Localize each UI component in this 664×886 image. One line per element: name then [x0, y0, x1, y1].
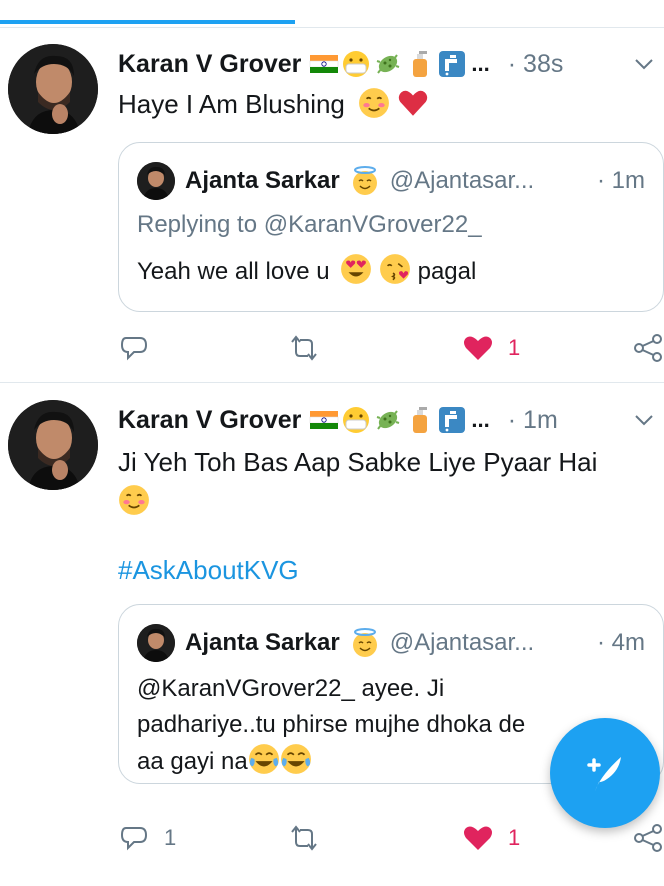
mask-face-icon: [343, 407, 370, 433]
chevron-down-icon[interactable]: [632, 408, 656, 432]
reply-button[interactable]: 1: [118, 818, 176, 858]
retweet-button[interactable]: [286, 328, 336, 368]
halo-face-icon: [352, 166, 377, 195]
quoted-text: Yeah we all love u pagal: [137, 253, 653, 290]
tweet-actions: 1 1: [118, 818, 664, 858]
heart-eyes-icon: [341, 254, 372, 284]
share-icon: [634, 334, 662, 362]
quoted-avatar-icon: [137, 624, 175, 662]
faucet-icon: [439, 407, 466, 433]
quoted-tweet[interactable]: Ajanta Sarkar @Ajantasar... · 1m Replyin…: [118, 142, 664, 312]
quoted-avatar: [137, 624, 175, 662]
share-button[interactable]: [632, 818, 664, 858]
quoted-tweet-header: Ajanta Sarkar @Ajantasar... · 1m: [137, 162, 663, 200]
name-ellipsis: ...: [471, 407, 490, 432]
top-tab-bar: [0, 0, 664, 28]
author-name[interactable]: Karan V Grover: [118, 50, 301, 79]
kissing-heart-icon: [380, 254, 410, 284]
tweet-header: Karan V Grover ... · 1m: [118, 402, 664, 438]
active-tab-indicator: [0, 20, 295, 24]
quoted-avatar: [137, 162, 175, 200]
hashtag-link[interactable]: #AskAboutKVG: [118, 552, 624, 588]
like-button[interactable]: 1: [462, 818, 520, 858]
quoted-timestamp: · 1m: [596, 167, 645, 194]
like-button[interactable]: 1: [462, 328, 520, 368]
heart-filled-icon: [464, 336, 492, 360]
tweet-actions: 1: [118, 328, 664, 368]
reply-icon: [120, 827, 148, 851]
like-count: 1: [508, 335, 521, 360]
red-heart-icon: [399, 90, 428, 116]
compose-feather-icon: [587, 757, 621, 791]
name-ellipsis: ...: [471, 51, 490, 76]
heart-filled-icon: [464, 826, 492, 850]
microbe-icon: [377, 54, 400, 74]
tweet-text: Haye I Am Blushing: [118, 86, 624, 122]
quoted-avatar-icon: [137, 162, 175, 200]
india-flag-icon: [310, 55, 339, 73]
avatar-photo-icon: [8, 400, 98, 490]
replying-to[interactable]: Replying to @KaranVGrover22_: [137, 207, 653, 243]
soap-icon: [413, 51, 428, 77]
compose-tweet-button[interactable]: [550, 718, 660, 828]
tears-of-joy-icon: [280, 744, 311, 774]
share-icon: [634, 824, 662, 852]
tweet-timestamp: · 38s: [507, 49, 564, 78]
halo-face-icon: [352, 628, 377, 657]
quoted-text-line: @KaranVGrover22_ ayee. Ji: [137, 675, 445, 702]
soap-icon: [413, 407, 428, 433]
retweet-icon: [291, 335, 317, 361]
quoted-author-name: Ajanta Sarkar: [185, 167, 340, 194]
author-name[interactable]: Karan V Grover: [118, 406, 301, 435]
retweet-button[interactable]: [286, 818, 336, 858]
tweet-text: Ji Yeh Toh Bas Aap Sabke Liye Pyaar Hai: [118, 444, 624, 518]
avatar[interactable]: [8, 400, 98, 490]
chevron-down-icon[interactable]: [632, 52, 656, 76]
microbe-icon: [377, 410, 400, 430]
quoted-author-name: Ajanta Sarkar: [185, 629, 340, 656]
name-emojis: [309, 405, 467, 435]
faucet-icon: [439, 51, 466, 77]
reply-button[interactable]: [118, 328, 164, 368]
smiling-face-icon: [119, 485, 149, 516]
quoted-author-handle: @Ajantasar...: [389, 167, 535, 194]
reply-icon: [120, 337, 148, 361]
india-flag-icon: [310, 411, 339, 429]
smiling-face-icon: [359, 88, 390, 118]
quoted-author-handle: @Ajantasar...: [389, 629, 535, 656]
tweet[interactable]: Karan V Grover ... · 38s Haye I Am Blush…: [0, 28, 664, 383]
name-emojis: [309, 49, 467, 79]
quoted-timestamp: · 4m: [596, 629, 645, 656]
reply-count: 1: [164, 825, 177, 850]
tweet-timestamp: · 1m: [507, 405, 558, 434]
quoted-tweet-header: Ajanta Sarkar @Ajantasar... · 4m: [137, 624, 663, 662]
retweet-icon: [291, 825, 317, 851]
tweet-header: Karan V Grover ... · 38s: [118, 46, 664, 82]
mask-face-icon: [343, 51, 370, 77]
share-button[interactable]: [632, 328, 664, 368]
avatar-photo-icon: [8, 44, 98, 134]
tears-of-joy-icon: [248, 744, 279, 774]
avatar[interactable]: [8, 44, 98, 134]
like-count: 1: [508, 825, 521, 850]
